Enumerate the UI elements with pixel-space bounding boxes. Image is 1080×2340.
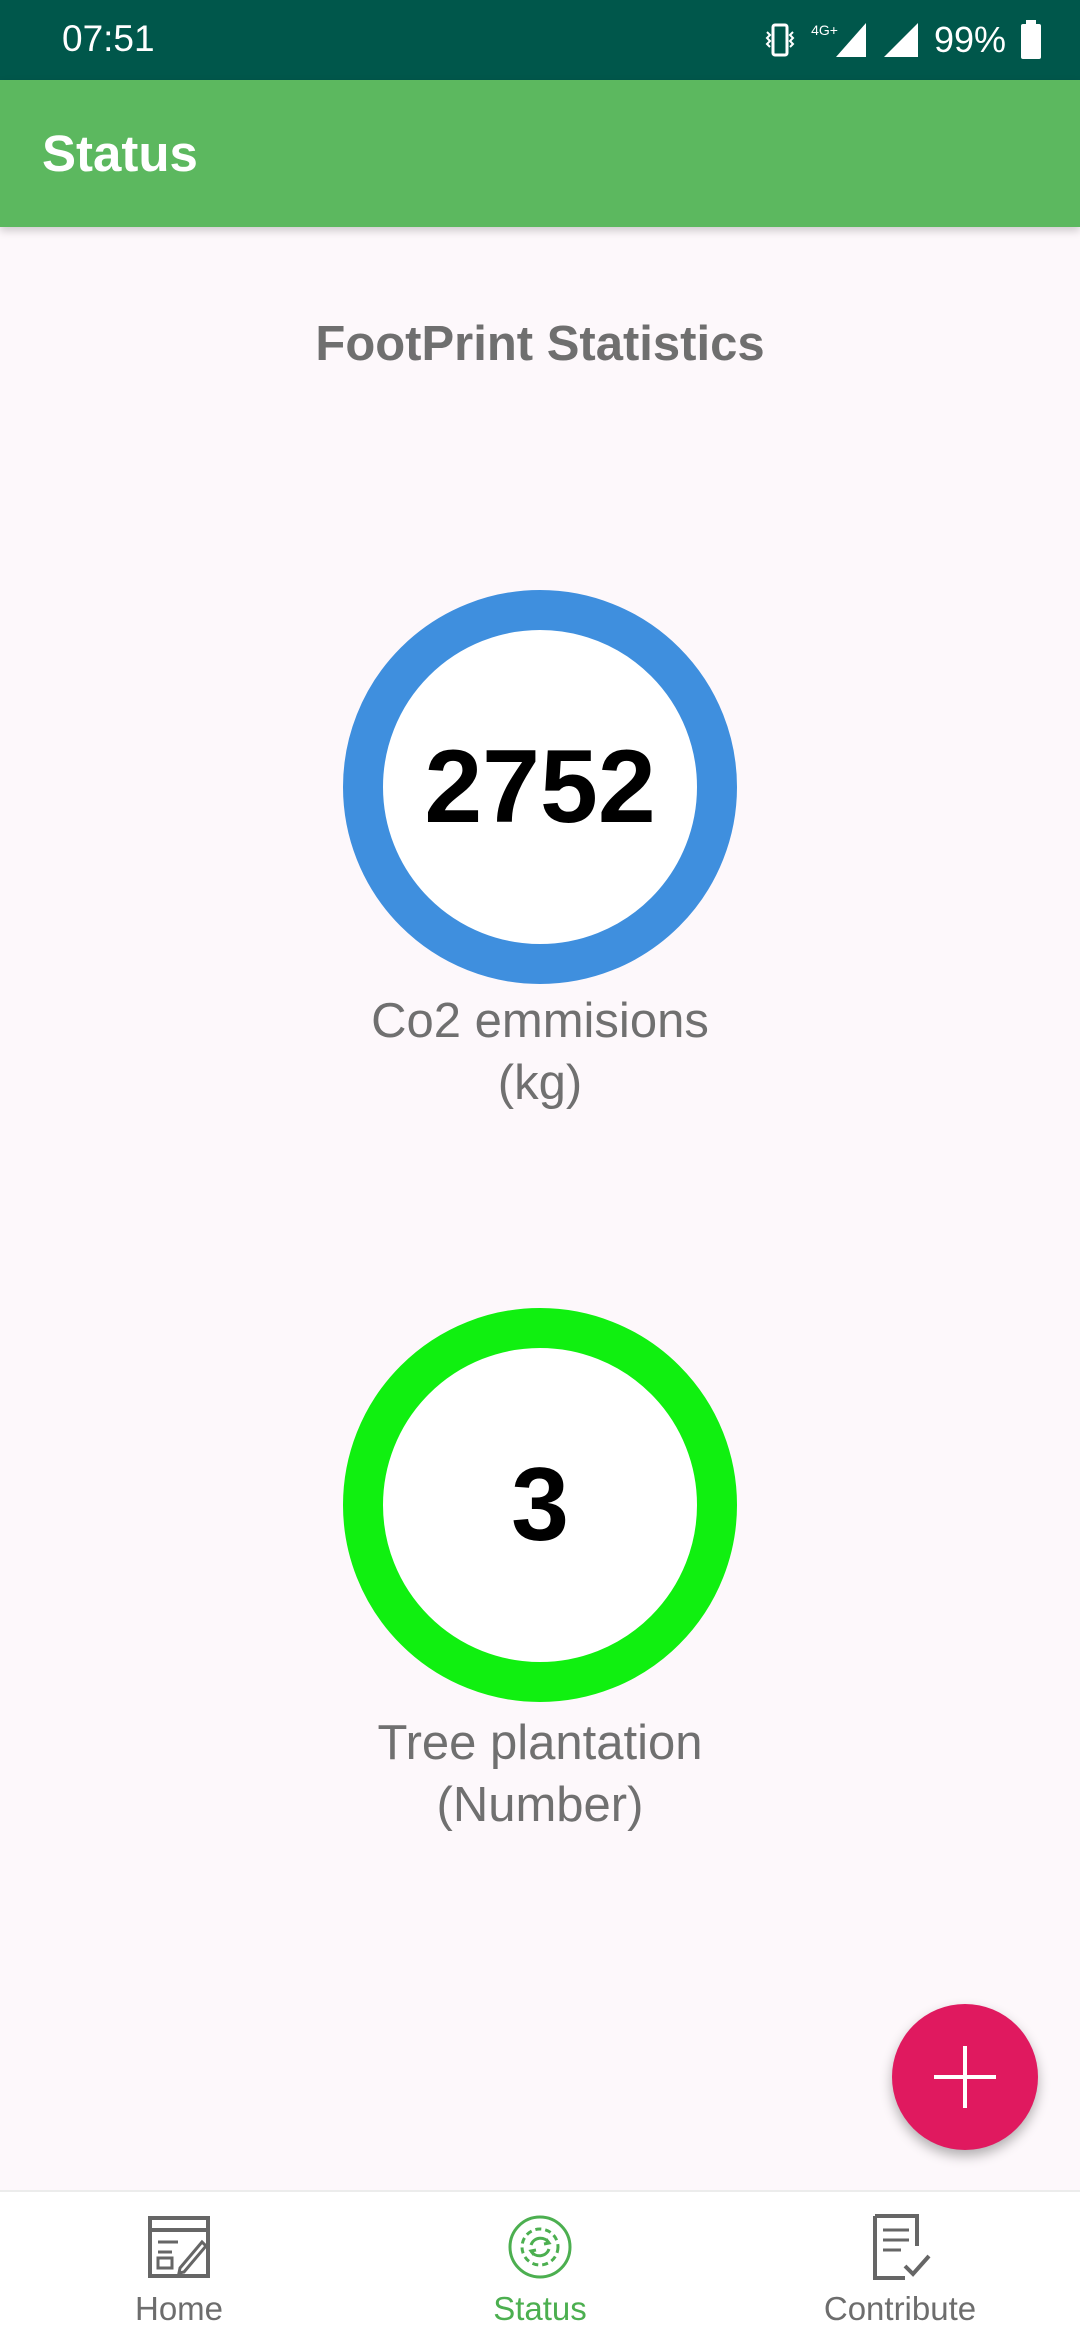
home-icon xyxy=(148,2216,210,2278)
nav-label-status: Status xyxy=(493,2290,587,2327)
tree-stat-card: 3 Tree plantation (Number) xyxy=(343,1308,737,1832)
co2-label-line2: (kg) xyxy=(497,1056,583,1110)
add-fab-button[interactable] xyxy=(892,2004,1038,2150)
tree-value: 3 xyxy=(511,1446,569,1563)
co2-value: 2752 xyxy=(424,728,656,845)
signal-icon-2 xyxy=(883,23,918,57)
co2-stat-card: 2752 Co2 emmisions (kg) xyxy=(343,590,737,1110)
nav-label-home: Home xyxy=(134,2290,224,2327)
nav-item-contribute[interactable]: Contribute xyxy=(750,2212,1050,2328)
status-icon xyxy=(508,2215,572,2279)
tree-progress-ring: 3 xyxy=(343,1308,737,1702)
status-icons: 4G+ 99% xyxy=(763,16,1042,64)
battery-icon xyxy=(1021,20,1041,59)
co2-progress-ring: 2752 xyxy=(343,590,737,984)
vibrate-icon xyxy=(765,23,795,57)
app-bar: Status xyxy=(0,80,1080,227)
contribute-icon xyxy=(873,2214,931,2280)
tree-label-line1: Tree plantation xyxy=(377,1716,703,1770)
plus-icon xyxy=(934,2046,996,2108)
tree-label: Tree plantation (Number) xyxy=(240,1712,840,1836)
status-time: 07:51 xyxy=(62,18,155,59)
co2-label: Co2 emmisions (kg) xyxy=(240,990,840,1114)
section-title: FootPrint Statistics xyxy=(315,317,765,371)
bottom-navigation: Home Status Contribute xyxy=(0,2190,1080,2340)
nav-item-status[interactable]: Status xyxy=(390,2212,690,2328)
nav-label-contribute: Contribute xyxy=(823,2290,977,2327)
app-title: Status xyxy=(42,125,198,182)
battery-percent: 99% xyxy=(933,19,1006,60)
co2-label-line1: Co2 emmisions xyxy=(371,994,709,1048)
tree-label-line2: (Number) xyxy=(436,1778,644,1832)
status-bar: 07:51 4G+ 99% xyxy=(0,0,1080,80)
nav-item-home[interactable]: Home xyxy=(29,2212,329,2328)
screen: 07:51 4G+ 99% Status FootPrint Statistic… xyxy=(0,0,1080,2340)
signal-icon xyxy=(835,23,866,57)
